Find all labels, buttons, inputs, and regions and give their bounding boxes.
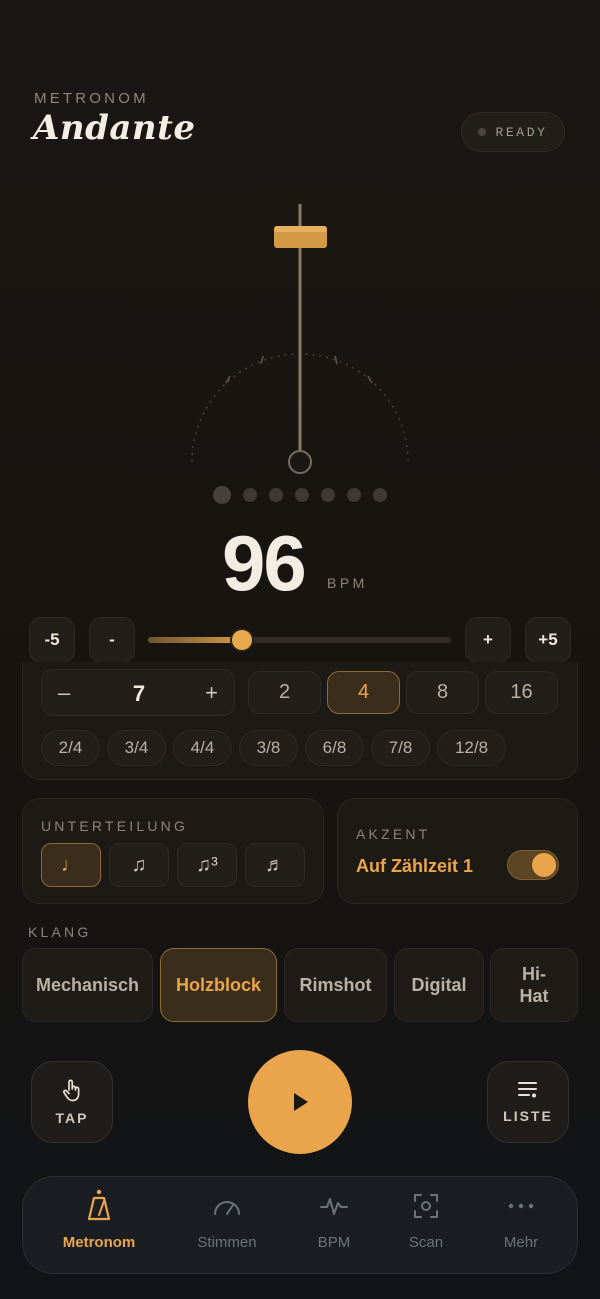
status-badge: READY bbox=[461, 112, 565, 152]
nav-item-metronom[interactable]: Metronom bbox=[49, 1186, 149, 1264]
list-label: LISTE bbox=[503, 1108, 553, 1124]
note-value-2[interactable]: 2 bbox=[248, 671, 321, 714]
sixteenth-notes-icon: ♬ bbox=[265, 853, 285, 876]
app-eyebrow: METRONOM bbox=[34, 90, 149, 107]
more-dots-icon bbox=[508, 1203, 534, 1209]
waveform-icon bbox=[320, 1198, 348, 1215]
plus-5-button[interactable]: +5 bbox=[525, 617, 571, 663]
scan-icon bbox=[414, 1194, 438, 1218]
sound-rimshot-button[interactable]: Rimshot bbox=[284, 948, 387, 1022]
nav-item-bpm[interactable]: BPM bbox=[284, 1186, 384, 1264]
quarter-note-icon: ♩ bbox=[61, 853, 81, 876]
beat-dot bbox=[373, 488, 387, 502]
sound-hihat-button[interactable]: Hi- Hat bbox=[490, 948, 578, 1022]
beats-stepper: – 7 + bbox=[41, 669, 235, 716]
nav-item-mehr[interactable]: Mehr bbox=[471, 1186, 571, 1264]
play-icon bbox=[294, 1093, 308, 1111]
tap-button[interactable]: TAP bbox=[31, 1061, 113, 1143]
tempo-slider-thumb[interactable] bbox=[232, 630, 252, 650]
status-text: READY bbox=[495, 124, 548, 140]
minus-1-button[interactable]: - bbox=[89, 617, 135, 663]
time-signature-3-4[interactable]: 3/4 bbox=[107, 730, 166, 766]
list-button[interactable]: LISTE bbox=[487, 1061, 569, 1143]
subdivision-sixteenth-button[interactable]: ♬ bbox=[245, 843, 305, 887]
accent-text: Auf Zählzeit 1 bbox=[356, 856, 474, 876]
beat-dot bbox=[269, 488, 283, 502]
sound-mechanisch-button[interactable]: Mechanisch bbox=[22, 948, 153, 1022]
beat-dot bbox=[321, 488, 335, 502]
status-dot-icon bbox=[478, 128, 487, 136]
tempo-slider-fill bbox=[148, 637, 242, 643]
nav-label-metronom: Metronom bbox=[62, 1234, 136, 1251]
subdivision-quarter-button[interactable]: ♩ bbox=[41, 843, 101, 887]
nav-item-stimmen[interactable]: Stimmen bbox=[177, 1186, 277, 1264]
bpm-value: 96 bbox=[222, 519, 307, 607]
note-value-16[interactable]: 16 bbox=[485, 671, 558, 714]
accent-toggle[interactable] bbox=[507, 850, 559, 880]
metronome-icon bbox=[87, 1189, 111, 1221]
beat-dot bbox=[295, 488, 309, 502]
subdivision-triplet-button[interactable]: ♫³ bbox=[177, 843, 237, 887]
pendulum-visual[interactable] bbox=[0, 190, 600, 480]
nav-label-scan: Scan bbox=[408, 1234, 444, 1251]
beat-indicator bbox=[213, 486, 387, 504]
tap-label: TAP bbox=[55, 1110, 89, 1126]
eighth-notes-icon: ♫ bbox=[131, 853, 147, 876]
nav-label-stimmen: Stimmen bbox=[197, 1234, 257, 1251]
list-icon bbox=[518, 1082, 537, 1098]
accent-toggle-knob bbox=[532, 853, 556, 877]
sound-label: KLANG bbox=[28, 924, 92, 940]
bpm-unit: BPM bbox=[327, 575, 368, 591]
time-signature-6-8[interactable]: 6/8 bbox=[305, 730, 364, 766]
time-signature-2-4[interactable]: 2/4 bbox=[41, 730, 100, 766]
triplet-icon: ♫³ bbox=[196, 853, 218, 876]
subdivision-eighth-button[interactable]: ♫ bbox=[109, 843, 169, 887]
hand-pointer-icon bbox=[63, 1079, 80, 1102]
time-signature-4-4[interactable]: 4/4 bbox=[173, 730, 232, 766]
pendulum-pivot bbox=[288, 450, 312, 474]
beat-dot bbox=[347, 488, 361, 502]
minus-5-button[interactable]: -5 bbox=[29, 617, 75, 663]
nav-item-scan[interactable]: Scan bbox=[376, 1186, 476, 1264]
note-value-4[interactable]: 4 bbox=[327, 671, 400, 714]
beat-dot bbox=[243, 488, 257, 502]
play-button[interactable] bbox=[248, 1050, 352, 1154]
note-value-8[interactable]: 8 bbox=[406, 671, 479, 714]
time-signature-3-8[interactable]: 3/8 bbox=[239, 730, 298, 766]
sound-holzblock-button[interactable]: Holzblock bbox=[160, 948, 277, 1022]
time-signature-12-8[interactable]: 12/8 bbox=[437, 730, 506, 766]
subdivision-label: UNTERTEILUNG bbox=[41, 818, 189, 834]
accent-label: AKZENT bbox=[356, 826, 431, 842]
sound-digital-button[interactable]: Digital bbox=[394, 948, 484, 1022]
time-signature-7-8[interactable]: 7/8 bbox=[371, 730, 430, 766]
plus-1-button[interactable]: + bbox=[465, 617, 511, 663]
beats-increment-button[interactable]: + bbox=[205, 680, 218, 706]
beat-dot bbox=[213, 486, 231, 504]
tempo-name-title: Andante bbox=[33, 108, 196, 148]
tuner-gauge-icon bbox=[214, 1201, 240, 1215]
nav-label-bpm: BPM bbox=[317, 1234, 351, 1251]
pendulum-weight-highlight bbox=[274, 226, 327, 232]
nav-label-mehr: Mehr bbox=[503, 1234, 539, 1251]
